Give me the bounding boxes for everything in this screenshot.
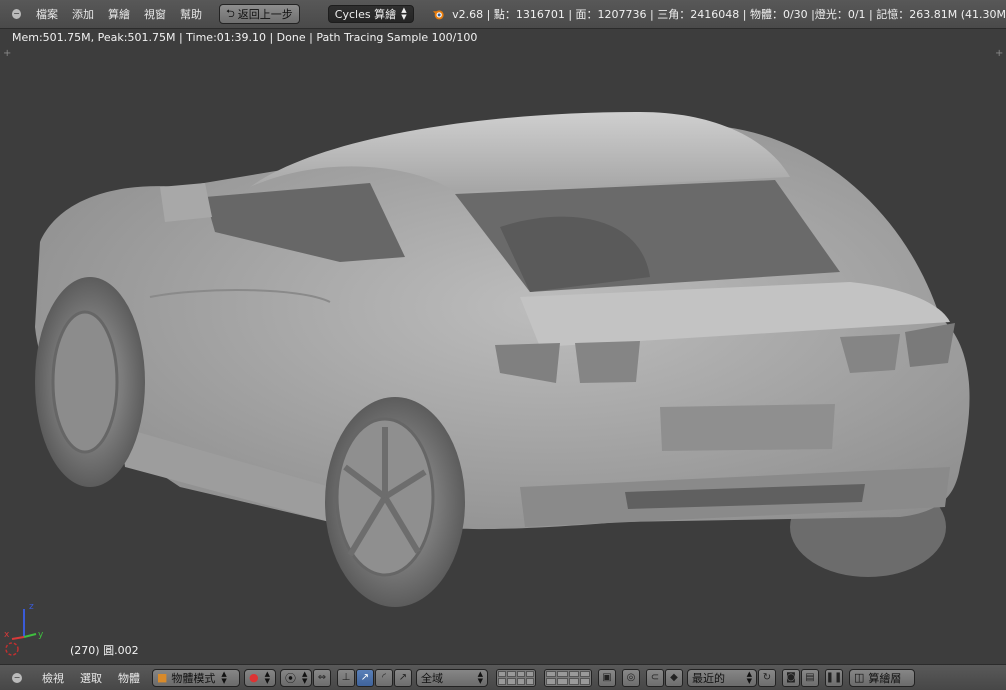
menu-file[interactable]: 檔案 — [29, 6, 65, 22]
manipulator-toggle[interactable]: ⇔ — [313, 668, 331, 687]
tail-light-right-outer — [840, 334, 900, 373]
tail-light-left-outer — [575, 341, 640, 383]
pause-icon: ❚❚ — [825, 672, 843, 683]
align-rotation-icon: ↻ — [762, 672, 772, 683]
proportional-circle-icon: ◎ — [626, 672, 636, 683]
render-status-text: Mem:501.75M, Peak:501.75M | Time:01:39.1… — [0, 29, 1006, 47]
menu-add[interactable]: 添加 — [65, 6, 101, 22]
shading-sphere-icon: ● — [249, 671, 259, 684]
side-mirror — [160, 183, 212, 222]
axes-gizmo: z y x — [4, 602, 44, 656]
3d-viewport[interactable]: + + z y x (270) 圓.002 — [0, 47, 1006, 664]
snap-element-button[interactable]: ◆ — [665, 668, 683, 687]
snap-target-value: 最近的 — [692, 671, 725, 685]
camera-icon: ◙ — [786, 672, 796, 683]
render-engine-select[interactable]: Cycles 算繪 ▲ ▼ — [327, 5, 414, 23]
menu-render[interactable]: 算繪 — [101, 6, 137, 22]
interaction-mode-select[interactable]: ■ 物體模式 ▲ ▼ — [152, 668, 240, 687]
rotate-manipulator-button[interactable]: ◜ — [375, 668, 393, 687]
select-arrows-icon: ▲ ▼ — [302, 669, 308, 685]
back-to-previous-label: 返回上一步 — [237, 8, 293, 21]
select-arrows-icon: ▲ ▼ — [264, 669, 270, 685]
rotate-arc-icon: ◜ — [382, 672, 386, 683]
select-arrows-icon: ▲ ▼ — [221, 669, 227, 685]
render-animation-button[interactable]: ▤ — [801, 668, 819, 687]
proportional-editing-button[interactable]: ◎ — [622, 668, 640, 687]
axis-z-label: z — [29, 602, 34, 612]
scale-icon: ↗ — [398, 672, 408, 683]
menu-object[interactable]: 物體 — [110, 670, 148, 686]
front-left-rim — [51, 310, 119, 454]
select-arrows-icon: ▲ ▼ — [401, 6, 407, 21]
render-layers-button[interactable]: ◫ 算繪層 — [849, 668, 915, 687]
3d-cursor-icon — [5, 642, 19, 656]
menu-select[interactable]: 選取 — [72, 670, 110, 686]
snap-target-select[interactable]: 最近的 ▲ ▼ — [687, 668, 757, 687]
back-arrow-icon: ⮌ — [225, 6, 235, 20]
layers-icon: ▣ — [602, 672, 612, 683]
interaction-mode-value: 物體模式 — [171, 671, 216, 685]
rendered-car-image — [35, 112, 970, 607]
pivot-point-select[interactable]: ⦿ ▲ ▼ — [280, 668, 312, 687]
object-mode-cube-icon: ■ — [157, 671, 168, 684]
editor-type-icon[interactable]: − — [12, 672, 22, 683]
lock-camera-layers-button[interactable]: ▣ — [598, 668, 616, 687]
blender-logo-icon — [432, 10, 444, 20]
transform-orientation-value: 全域 — [421, 671, 443, 685]
translate-arrow-icon: ↗ — [360, 672, 370, 683]
editor-menu-toggle-icon[interactable]: − — [12, 9, 21, 19]
3d-view-header: − 檢視 選取 物體 ■ 物體模式 ▲ ▼ ● ▲ ▼ ⦿ ▲ ▼ ⇔ ⊥ ↗ ◜ ↗… — [0, 664, 1006, 690]
pivot-point-icon: ⦿ — [285, 671, 296, 685]
render-still-button[interactable]: ◙ — [782, 668, 800, 687]
axes-icon: ⊥ — [341, 672, 351, 683]
axis-x-label: x — [4, 630, 10, 640]
info-header: − 檔案 添加 算繪 視窗 幫助 ⮌ 返回上一步 Cycles 算繪 ▲ ▼ v2… — [0, 0, 1006, 29]
magnet-icon: ⊂ — [650, 672, 660, 683]
render-engine-value: Cycles 算繪 — [334, 8, 397, 21]
clapper-icon: ▤ — [805, 672, 815, 683]
manipulator-icon: ⇔ — [317, 672, 327, 683]
scene-statistics: v2.68 | 點：1316701 | 面：1207736 | 三角：24160… — [452, 8, 1006, 21]
select-arrows-icon: ▲ ▼ — [477, 669, 483, 685]
select-arrows-icon: ▲ ▼ — [746, 669, 752, 685]
render-layers-label: 算繪層 — [868, 671, 902, 685]
scale-manipulator-button[interactable]: ↗ — [394, 668, 412, 687]
snap-toggle-button[interactable]: ⊂ — [646, 668, 664, 687]
scene-layers-right[interactable] — [544, 668, 592, 687]
menu-window[interactable]: 視窗 — [137, 6, 173, 22]
translate-manipulator-button[interactable]: ↗ — [356, 668, 374, 687]
snap-cube-icon: ◆ — [670, 672, 678, 683]
viewport-shading-select[interactable]: ● ▲ ▼ — [244, 668, 276, 687]
back-to-previous-button[interactable]: ⮌ 返回上一步 — [218, 4, 300, 24]
axis-y-label: y — [38, 630, 44, 640]
scene-layers-left[interactable] — [496, 668, 536, 687]
render-layers-icon: ◫ — [854, 671, 865, 684]
menu-help[interactable]: 幫助 — [173, 6, 209, 22]
align-rotation-button[interactable]: ↻ — [758, 668, 776, 687]
menu-view[interactable]: 檢視 — [34, 670, 72, 686]
manipulator-axes-button[interactable]: ⊥ — [337, 668, 355, 687]
active-object-label: (270) 圓.002 — [70, 644, 139, 657]
pause-render-button[interactable]: ❚❚ — [825, 668, 843, 687]
transform-orientation-select[interactable]: 全域 ▲ ▼ — [416, 668, 488, 687]
license-plate-recess — [660, 404, 835, 451]
